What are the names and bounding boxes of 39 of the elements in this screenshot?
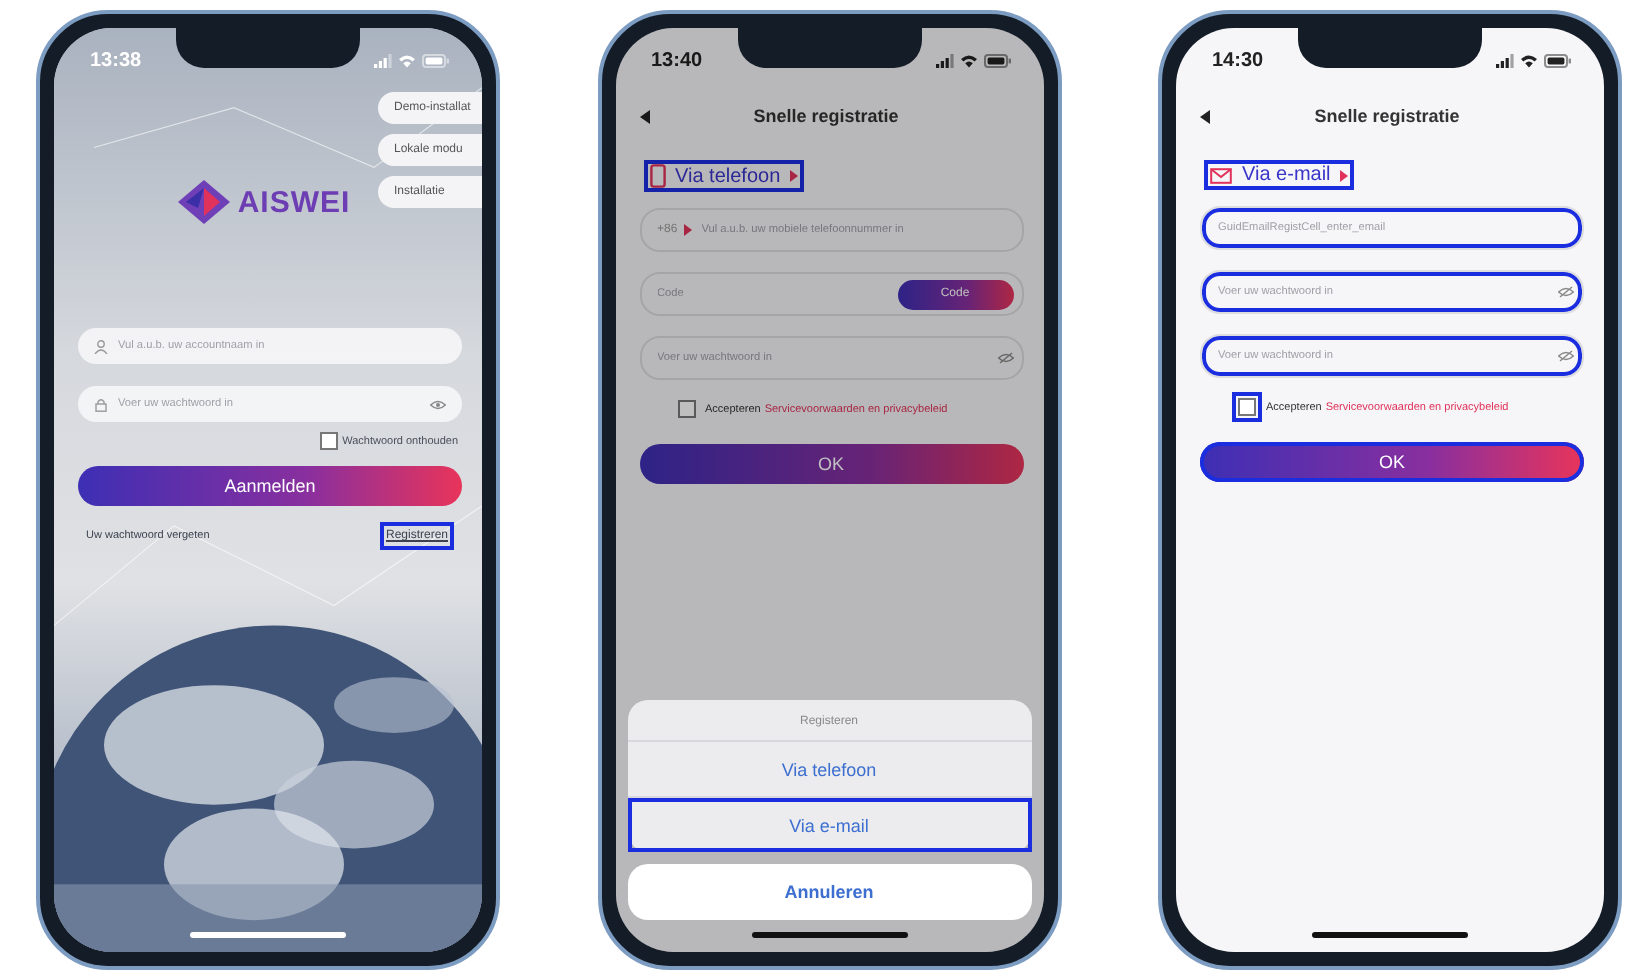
page-title: Snelle registratie xyxy=(1312,106,1462,126)
caret-icon xyxy=(683,224,692,236)
lock-icon xyxy=(94,397,108,411)
envelope-icon xyxy=(1210,167,1232,183)
back-icon[interactable] xyxy=(639,109,649,123)
person-icon xyxy=(94,339,108,353)
eye-off-icon[interactable] xyxy=(1558,286,1574,298)
signal-icon xyxy=(935,53,953,67)
agree-checkbox[interactable] xyxy=(1238,398,1256,416)
logo-text: AISWEI xyxy=(237,185,351,219)
login-button[interactable]: Aanmelden xyxy=(78,466,462,506)
agree-checkbox[interactable] xyxy=(677,400,695,418)
status-time: 14:30 xyxy=(1212,49,1264,71)
phone-icon xyxy=(649,164,665,188)
battery-icon xyxy=(1544,53,1572,67)
signal-icon xyxy=(374,53,392,67)
status-time: 13:40 xyxy=(651,49,703,71)
eye-off-icon[interactable] xyxy=(997,352,1013,364)
logo-icon xyxy=(177,180,230,224)
wifi-icon xyxy=(959,53,977,67)
wifi-icon xyxy=(398,53,416,67)
caret-icon xyxy=(790,170,799,182)
remember-checkbox[interactable] xyxy=(320,432,339,450)
status-time: 13:38 xyxy=(90,49,142,71)
eye-icon[interactable] xyxy=(430,399,446,409)
signal-icon xyxy=(1496,53,1514,67)
method-selector[interactable]: Via telefoon xyxy=(643,160,805,192)
cancel-button[interactable]: Annuleren xyxy=(627,864,1031,920)
page-title: Snelle registratie xyxy=(751,106,901,126)
ok-button[interactable]: OK xyxy=(639,444,1023,484)
back-icon[interactable] xyxy=(1200,109,1210,123)
method-selector[interactable]: Via e-mail xyxy=(1204,160,1355,190)
sheet-option[interactable]: Via telefoon xyxy=(627,740,1031,796)
battery-icon xyxy=(422,53,450,67)
ok-button[interactable]: OK xyxy=(1200,442,1584,482)
caret-icon xyxy=(1340,169,1349,181)
wifi-icon xyxy=(1520,53,1538,67)
sheet-option[interactable]: Via e-mail xyxy=(627,796,1031,852)
eye-off-icon[interactable] xyxy=(1558,350,1574,362)
